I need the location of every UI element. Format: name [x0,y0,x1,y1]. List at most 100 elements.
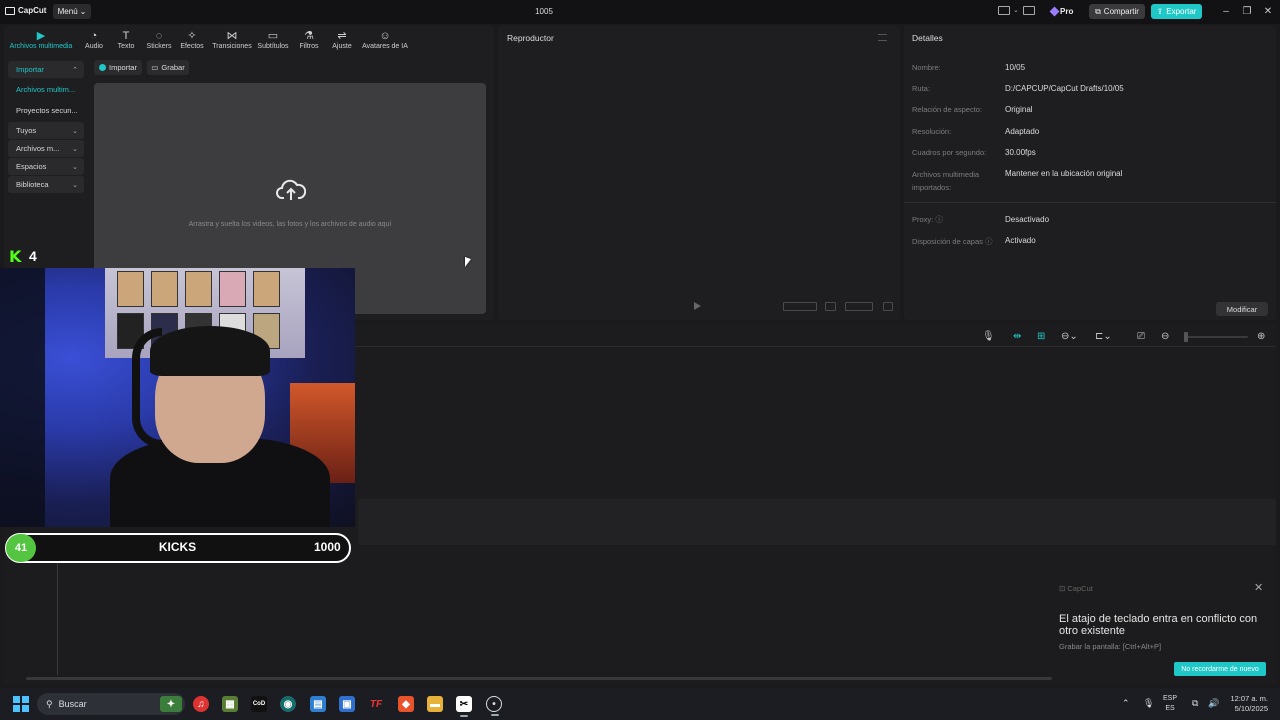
sticker-icon: ◌ [155,30,163,42]
tab-media[interactable]: ▶ Archivos multimedia [8,27,74,50]
poster [253,271,280,307]
modify-button[interactable]: Modificar [1216,302,1268,316]
pro-badge[interactable]: Pro [1049,6,1074,17]
tab-filters[interactable]: ⚗ Filtros [298,27,320,50]
minimize-icon[interactable]: – [1216,4,1236,20]
sidebar-item-yours[interactable]: Tuyos ⌄ [8,122,84,139]
timeline-track[interactable] [358,499,1276,545]
music-app-icon[interactable]: ♫ [193,696,209,712]
tab-label: Texto [117,43,135,50]
import-button[interactable]: Importar [94,60,142,75]
tab-adjust[interactable]: ⇌ Ajuste [330,27,354,50]
tab-audio[interactable]: ◔ Audio [84,27,104,50]
player-title: Reproductor [507,33,554,43]
record-button[interactable]: ▭ Grabar [147,60,189,75]
tab-ai-avatar[interactable]: ☺ Avatares de IA [361,27,409,50]
sidebar-item-label: Importar [16,65,44,74]
details-divider [904,202,1276,203]
brave-icon[interactable]: ◆ [398,696,414,712]
microphone-icon[interactable]: 🎙 [982,331,995,342]
system-clock[interactable]: 12:07 a. m. 5/10/2025 [1226,694,1268,714]
tab-subtitles[interactable]: ▭ Subtítulos [256,27,290,50]
filters-icon: ⚗ [304,30,314,42]
search-icon: ⚲ [46,698,53,709]
toast-close-icon[interactable]: ✕ [1254,581,1263,594]
detail-value-proxy: Desactivado [1005,215,1050,224]
volume-icon[interactable]: 🔊 [1208,698,1219,709]
minecraft-icon[interactable]: ▦ [222,696,238,712]
share-label: Compartir [1103,7,1139,16]
tab-label: Efectos [180,43,204,50]
clock-time: 12:07 a. m. [1230,694,1268,703]
fullscreen-icon[interactable] [883,302,893,311]
file-explorer-icon[interactable]: ▬ [427,696,443,712]
close-icon[interactable]: ✕ [1258,4,1278,20]
magnet-icon[interactable]: ⊞ [1037,331,1045,342]
layout-chevron-icon[interactable]: ⌄ [1013,6,1019,14]
sidebar-item-media-files[interactable]: Archivos multim... [8,79,84,100]
poster [185,271,212,307]
zoom-slider[interactable] [1186,336,1248,338]
tab-transitions[interactable]: ⋈ Transiciones [211,27,253,50]
shortcuts-icon[interactable] [1023,6,1035,15]
export-label: Exportar [1166,7,1197,16]
tf-app-icon[interactable]: TF [368,696,384,712]
chain-icon[interactable]: ⊖⌄ [1061,331,1078,342]
ratio-icon[interactable] [783,302,817,311]
call-of-duty-icon[interactable]: CoD [251,696,267,712]
display-icon[interactable]: ⧉ [1192,698,1198,709]
browser-app-icon[interactable]: ◉ [280,696,296,712]
export-button[interactable]: ⇪ Exportar [1151,4,1202,19]
detail-value-name: 10/05 [1005,63,1026,72]
store-icon[interactable]: ▣ [339,696,355,712]
recording-app-icon[interactable]: • [486,696,502,716]
diamond-icon [1049,6,1060,17]
chevron-up-icon[interactable]: ⌃ [1122,698,1130,709]
tab-text[interactable]: T Texto [117,27,135,50]
link-clips-icon[interactable]: ⇹ [1013,331,1021,342]
sidebar-item-secondary-projects[interactable]: Proyectos secun... [8,100,84,121]
zoom-out-icon[interactable]: ⊖ [1161,331,1169,342]
windows-start-icon[interactable] [13,696,29,712]
detail-label-proxy: Proxy: ⓘ [912,215,943,224]
sidebar-item-media-archive[interactable]: Archivos m... ⌄ [8,140,84,157]
widgets-icon[interactable]: ✦ [160,696,182,712]
fit-icon[interactable] [825,302,836,311]
play-icon[interactable] [694,302,701,310]
text-icon: T [122,30,130,42]
zoom-in-icon[interactable]: ⊕ [1257,331,1265,342]
tab-label: Subtítulos [257,43,289,50]
player-menu-icon[interactable] [878,34,887,41]
notes-app-icon[interactable]: ▤ [310,696,326,712]
detail-label-resolution: Resolución: [912,127,952,136]
tab-label: Ajuste [332,43,352,50]
tab-effects[interactable]: ✧ Efectos [179,27,205,50]
dont-remind-button[interactable]: No recordarme de nuevo [1174,662,1266,676]
quality-icon[interactable] [845,302,873,311]
sidebar-item-label: Proyectos secun... [16,106,78,115]
layout-icon[interactable] [998,6,1010,15]
restore-icon[interactable]: ❐ [1237,4,1257,20]
import-label: Importar [109,63,137,72]
sidebar-item-spaces[interactable]: Espacios ⌄ [8,158,84,175]
preview-axis-icon[interactable]: ⎚ [1137,331,1145,342]
tab-sticker[interactable]: ◌ Stickers [146,27,172,50]
timeline-scrollbar[interactable] [26,677,1052,680]
language-indicator[interactable]: ESP ES [1163,694,1177,714]
microphone-tray-icon[interactable]: 🎙 [1143,698,1154,709]
sidebar-item-library[interactable]: Biblioteca ⌄ [8,176,84,193]
share-button[interactable]: ⧉ Compartir [1089,4,1145,19]
detail-label-imported-media: Archivos multimedia importados: [912,170,980,192]
tab-label: Avatares de IA [362,43,408,50]
split-view-icon[interactable]: ⊏⌄ [1095,331,1112,342]
sidebar-item-import[interactable]: Importar ⌃ [8,61,84,78]
pro-label: Pro [1060,7,1074,16]
record-label: Grabar [161,63,185,72]
cloud-upload-icon [276,179,306,200]
poster-row [105,268,305,310]
toast-brand-label: CapCut [1067,584,1093,593]
zoom-slider-handle[interactable] [1184,332,1188,342]
capcut-taskbar-icon[interactable]: ✂ [456,696,472,717]
poster [151,271,178,307]
sidebar-item-label: Espacios [16,162,47,171]
